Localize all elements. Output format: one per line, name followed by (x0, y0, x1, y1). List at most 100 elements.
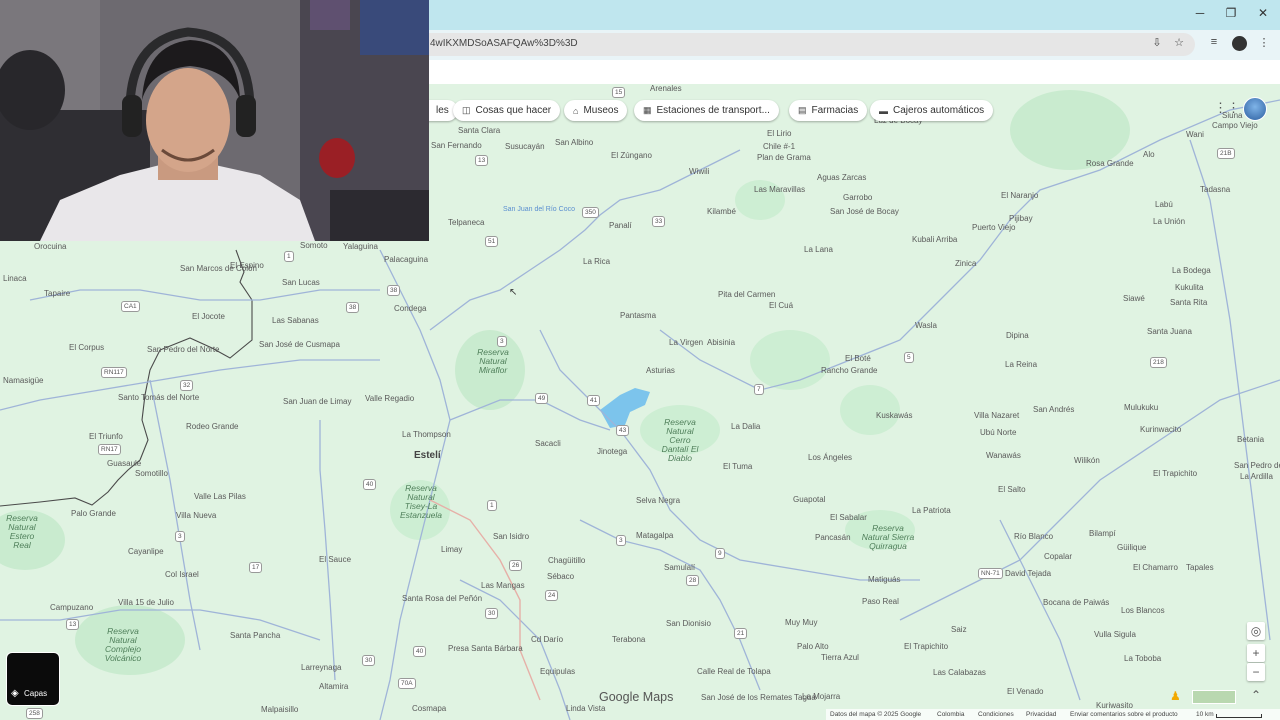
place-label: Mulukuku (1124, 403, 1159, 412)
place-label: Palacaguina (384, 255, 429, 264)
zoom-out-button[interactable]: − (1247, 663, 1265, 681)
place-label: Zinica (955, 259, 977, 268)
place-label: Samulalí (664, 563, 696, 572)
place-label: El Espino (230, 261, 264, 270)
place-label: Selva Negra (636, 496, 681, 505)
place-label: El Sauce (319, 555, 352, 564)
place-label: San Juan de Limay (283, 397, 352, 406)
browser-menu-icon[interactable]: ⋮ (1256, 36, 1272, 49)
place-label: Pita del Carmen (718, 290, 776, 299)
chip-pharmacies[interactable]: ▤ Farmacias (789, 100, 868, 121)
place-label: Kurinwacito (1140, 425, 1182, 434)
chip-label: Cosas que hacer (475, 105, 552, 116)
route-shield: 17 (249, 562, 263, 573)
place-label: San Isidro (493, 532, 530, 541)
feedback-link[interactable]: Enviar comentarios sobre el producto (1070, 711, 1178, 718)
place-label: Matiguás (868, 575, 901, 584)
route-shield: 38 (387, 285, 401, 296)
route-shield: CA1 (121, 301, 140, 312)
place-label: La Ardilla (1240, 472, 1273, 481)
chevron-up-icon: ⌃ (1250, 688, 1262, 702)
minimize-button[interactable]: ─ (1190, 6, 1210, 20)
route-shield: 33 (652, 216, 666, 227)
mouse-cursor-icon: ↖ (509, 287, 518, 298)
my-location-button[interactable]: ◎ (1247, 622, 1265, 640)
layers-label: Capas (24, 689, 48, 698)
route-shield: 3 (497, 336, 507, 347)
route-shield: 70A (398, 678, 416, 689)
browser-profile-icon[interactable] (1232, 36, 1247, 51)
place-label: Pantasma (620, 311, 657, 320)
chip-transit-stations[interactable]: ▦ Estaciones de transport... (634, 100, 779, 121)
pegman-icon[interactable]: ♟ (1170, 689, 1181, 703)
atm-icon: ▬ (879, 105, 888, 116)
country-link[interactable]: Colombia (937, 711, 964, 718)
pharmacy-icon: ▤ (798, 105, 807, 115)
place-label: Equipulas (540, 667, 576, 676)
place-label: La Toboba (1124, 654, 1162, 663)
forest-patch (840, 385, 900, 435)
place-label: Malpaisillo (261, 705, 299, 714)
place-label: Ubú Norte (980, 428, 1017, 437)
place-label: Aguas Zarcas (817, 173, 867, 182)
account-avatar[interactable] (1243, 97, 1267, 121)
place-label: Kilambé (707, 207, 736, 216)
chip-label: Estaciones de transport... (656, 105, 770, 116)
restore-button[interactable]: ❐ (1221, 6, 1241, 20)
webcam-overlay (0, 0, 429, 241)
place-label: El Tuma (723, 462, 753, 471)
place-label: La Lana (804, 245, 833, 254)
place-label: Las Maravillas (754, 185, 806, 194)
place-label: La Mojarra (802, 692, 841, 701)
place-label: La Unión (1153, 217, 1186, 226)
place-label: Terabona (612, 635, 646, 644)
place-label: San Albino (555, 138, 594, 147)
chip-museums[interactable]: ⌂ Museos (564, 100, 628, 121)
place-label: Matagalpa (636, 531, 674, 540)
place-label: Cayanlipe (128, 547, 164, 556)
place-label: Río Blanco (1014, 532, 1054, 541)
route-shield: 32 (180, 380, 194, 391)
place-label: El Jocote (192, 312, 225, 321)
place-label: Kukulita (1175, 283, 1204, 292)
place-label: Panalí (609, 221, 632, 230)
install-app-icon[interactable]: ⇩ (1149, 36, 1165, 49)
place-label: San Dionisio (666, 619, 711, 628)
route-shield: 49 (535, 393, 549, 404)
place-label: La Bodega (1172, 266, 1211, 275)
zoom-in-button[interactable]: + (1247, 644, 1265, 662)
imagery-thumbnails[interactable] (1192, 690, 1236, 704)
chip-atms[interactable]: ▬ Cajeros automáticos (870, 100, 994, 121)
place-label: La Reina (1005, 360, 1038, 369)
chip-things-to-do[interactable]: ◫ Cosas que hacer (453, 100, 561, 121)
place-label: Tadasna (1200, 185, 1231, 194)
road (319, 420, 336, 681)
place-label: Orocuina (34, 242, 67, 251)
place-label: Betania (1237, 435, 1265, 444)
layers-icon: ◈ (11, 688, 19, 699)
city-label-esteli[interactable]: Estelí (414, 450, 441, 461)
privacy-link[interactable]: Privacidad (1026, 711, 1056, 718)
scale-label[interactable]: 10 km (1196, 711, 1214, 718)
close-button[interactable]: ✕ (1253, 6, 1273, 20)
place-label: Villa Nazaret (974, 411, 1020, 420)
place-label: Linda Vista (566, 704, 606, 713)
terms-link[interactable]: Condiciones (978, 711, 1014, 718)
place-label: Los Blancos (1121, 606, 1165, 615)
route-shield: 41 (587, 395, 601, 406)
place-label: Limay (441, 545, 463, 554)
place-label: La Patriota (912, 506, 951, 515)
bookmark-star-icon[interactable]: ☆ (1171, 36, 1187, 49)
locate-icon: ◎ (1250, 624, 1262, 638)
url-text[interactable]: 4wIKXMDSoASAFQAw%3D%3D (430, 38, 578, 49)
route-shield: 3 (175, 531, 185, 542)
expand-imagery-button[interactable]: ⌃ (1247, 686, 1265, 704)
tab-search-icon[interactable]: ≡ (1206, 36, 1222, 48)
route-shield: 38 (346, 302, 360, 313)
place-label: Campo Viejo (1212, 121, 1258, 130)
place-label: San Pedro del Norte (147, 345, 220, 354)
place-label: Linaca (3, 274, 27, 283)
route-shield: 13 (66, 619, 80, 630)
place-label: La Rica (583, 257, 611, 266)
place-label: Telpaneca (448, 218, 485, 227)
